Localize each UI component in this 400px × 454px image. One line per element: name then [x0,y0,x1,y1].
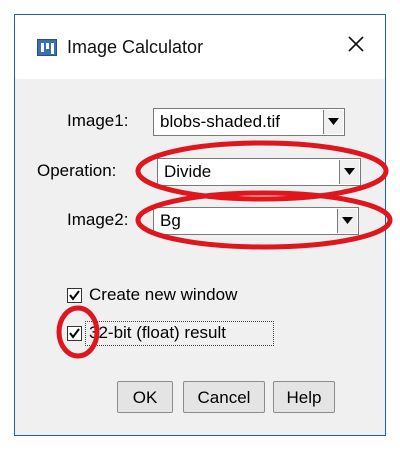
title-bar: Image Calculator [15,15,385,79]
image2-dropdown-button[interactable] [337,209,357,233]
image1-dropdown-button[interactable] [323,110,343,134]
operation-value: Divide [164,162,212,181]
image-calculator-dialog: Image Calculator Image1: blobs-shaded.ti… [14,14,386,436]
float-result-label: 32-bit (float) result [89,323,226,342]
cancel-button[interactable]: Cancel [183,381,265,413]
operation-dropdown-button[interactable] [339,160,359,184]
image1-label: Image1: [67,111,129,130]
close-button[interactable] [341,29,371,59]
ok-button[interactable]: OK [117,381,173,413]
image2-value: Bg [160,211,181,230]
image1-value: blobs-shaded.tif [160,112,281,131]
help-button[interactable]: Help [273,381,335,413]
chevron-down-icon [342,217,353,224]
operation-label: Operation: [37,161,117,180]
imagej-icon [37,39,57,56]
chevron-down-icon [328,118,339,125]
operation-select[interactable]: Divide [157,158,361,186]
image2-label: Image2: [67,210,129,229]
chevron-down-icon [344,168,355,175]
float-result-checkbox[interactable] [67,326,82,341]
image1-select[interactable]: blobs-shaded.tif [153,108,345,136]
image2-select[interactable]: Bg [153,207,359,235]
window-title: Image Calculator [67,37,204,57]
checkmark-icon [69,328,80,339]
checkmark-icon [69,290,80,301]
create-new-window-checkbox[interactable] [67,288,82,303]
create-new-window-label: Create new window [89,285,238,304]
close-icon [348,36,364,52]
create-new-window-option[interactable]: Create new window [67,285,307,309]
float-result-option[interactable]: 32-bit (float) result [67,321,307,347]
